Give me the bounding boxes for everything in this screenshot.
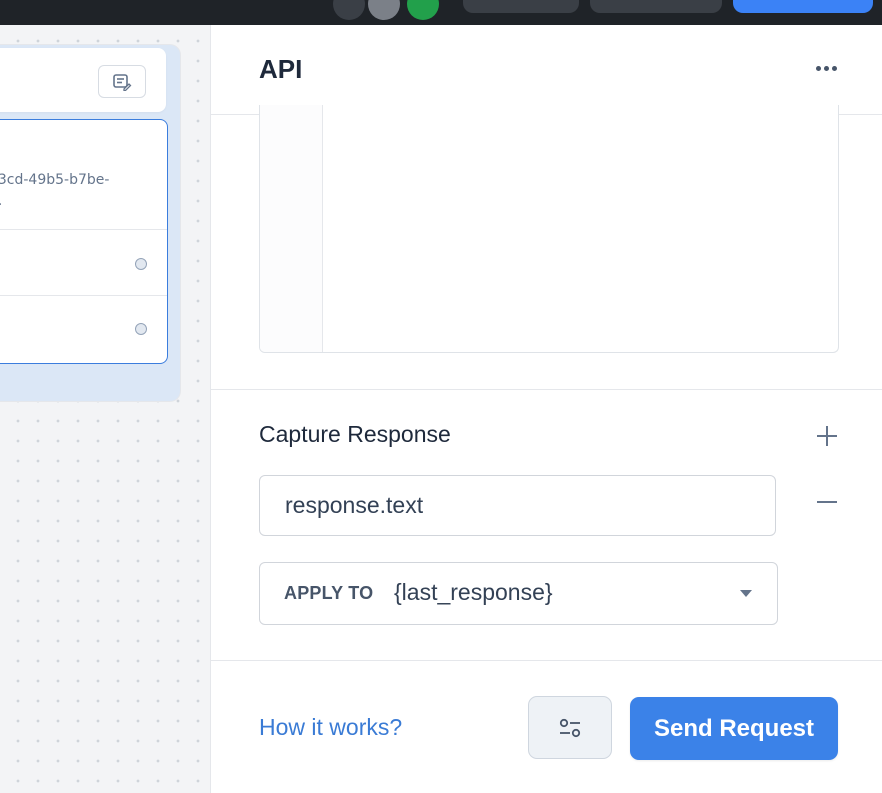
node-body[interactable]: b3cd-49b5-b7be- ... [0, 119, 168, 364]
topbar-primary-button[interactable] [733, 0, 873, 13]
divider [211, 660, 882, 661]
caret-down-icon [740, 590, 752, 597]
remove-capture-button[interactable] [812, 487, 842, 517]
apply-to-label: APPLY TO [284, 583, 374, 603]
node-id: b3cd-49b5-b7be- ... [0, 170, 109, 212]
output-handle[interactable] [135, 323, 147, 335]
more-button[interactable] [811, 61, 841, 75]
code-editor[interactable] [259, 105, 839, 353]
response-path-input[interactable] [259, 475, 776, 536]
capture-response-title: Capture Response [259, 421, 451, 447]
more-horizontal-icon [831, 65, 837, 71]
more-horizontal-icon [815, 65, 821, 71]
divider [0, 295, 167, 296]
output-handle[interactable] [135, 258, 147, 270]
node-id-line: b3cd-49b5-b7be- [0, 172, 110, 188]
how-it-works-link[interactable]: How it works? [259, 714, 402, 741]
avatar[interactable] [333, 0, 365, 20]
minus-icon [817, 501, 837, 503]
avatar[interactable] [368, 0, 400, 20]
divider [211, 389, 882, 390]
topbar-button[interactable] [590, 0, 722, 13]
divider [0, 229, 167, 230]
flow-node[interactable]: b3cd-49b5-b7be- ... [0, 45, 180, 401]
api-panel: API Capture Response APPLY TO {last_resp… [210, 25, 882, 793]
settings-button[interactable] [528, 696, 612, 759]
top-bar [0, 0, 882, 25]
more-horizontal-icon [823, 65, 829, 71]
line-gutter [260, 105, 323, 352]
add-capture-button[interactable] [812, 421, 842, 451]
node-header[interactable] [0, 48, 166, 112]
node-id-line: ... [0, 191, 109, 212]
note-edit-icon [113, 73, 132, 91]
panel-title: API [259, 54, 303, 84]
plus-icon [817, 426, 837, 446]
note-button[interactable] [98, 65, 146, 98]
send-request-button[interactable]: Send Request [630, 697, 838, 760]
flow-canvas[interactable]: b3cd-49b5-b7be- ... [0, 25, 210, 793]
topbar-button[interactable] [463, 0, 579, 13]
sliders-icon [559, 718, 581, 737]
avatar[interactable] [407, 0, 439, 20]
apply-to-select[interactable]: APPLY TO {last_response} [259, 562, 778, 625]
apply-to-value: {last_response} [394, 579, 553, 605]
